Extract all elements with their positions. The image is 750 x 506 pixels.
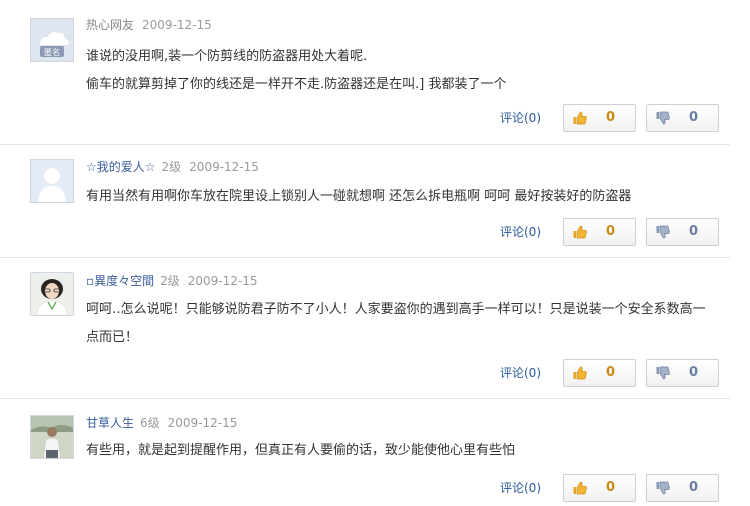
username: 热心网友	[86, 18, 135, 32]
thumbs-up-button[interactable]: 0	[563, 474, 636, 502]
photo-avatar-woman	[30, 272, 74, 316]
answer-text: 呵呵‥怎么说呢！只能够说防君子防不了小人！人家要盗你的遇到高手一样可以！只是说装…	[86, 296, 716, 352]
answer-meta: 热心网友 2009-12-15	[86, 17, 212, 33]
thumbs-up-icon	[573, 481, 587, 495]
thumbs-up-button[interactable]: 0	[563, 359, 636, 387]
anonymous-avatar: 匿名	[30, 18, 74, 62]
thumbs-down-button[interactable]: 0	[646, 359, 719, 387]
thumbs-up-icon	[573, 111, 587, 125]
thumbs-up-button[interactable]: 0	[563, 218, 636, 246]
answer-meta: ▫異度々空間 2级 2009-12-15	[86, 273, 258, 289]
comment-link[interactable]: 评论(0)	[500, 218, 541, 246]
comment-link[interactable]: 评论(0)	[500, 474, 541, 502]
up-count: 0	[605, 365, 615, 380]
username[interactable]: ▫異度々空間	[86, 274, 154, 288]
thumbs-down-icon	[656, 225, 670, 239]
thumbs-up-icon	[573, 225, 587, 239]
answer-date: 2009-12-15	[189, 160, 259, 174]
user-level: 6级	[140, 416, 160, 430]
anonymous-avatar-label: 匿名	[44, 47, 60, 57]
down-count: 0	[688, 365, 698, 380]
thumbs-down-button[interactable]: 0	[646, 474, 719, 502]
answer-date: 2009-12-15	[167, 416, 238, 430]
comment-link[interactable]: 评论(0)	[500, 359, 541, 387]
thumbs-down-icon	[656, 481, 670, 495]
photo-avatar-man	[30, 415, 74, 459]
username[interactable]: ☆我的爱人☆	[86, 160, 156, 174]
thumbs-up-icon	[573, 366, 587, 380]
down-count: 0	[688, 480, 698, 495]
answer-meta: ☆我的爱人☆ 2级 2009-12-15	[86, 159, 259, 175]
woman-photo-icon	[31, 273, 73, 315]
answer-meta: 甘草人生 6级 2009-12-15	[86, 415, 237, 431]
username[interactable]: 甘草人生	[86, 416, 134, 430]
man-photo-icon	[31, 416, 73, 458]
answer-paragraph: 呵呵‥怎么说呢！只能够说防君子防不了小人！人家要盗你的遇到高手一样可以！只是说装…	[86, 302, 706, 345]
thumbs-down-icon	[656, 111, 670, 125]
up-count: 0	[605, 480, 615, 495]
answer-date: 2009-12-15	[142, 18, 212, 32]
answer-text: 有用当然有用啊你车放在院里设上锁别人一碰就想啊 还怎么拆电瓶啊 呵呵 最好按装好…	[86, 183, 716, 211]
down-count: 0	[688, 224, 698, 239]
answer-text: 谁说的没用啊,装一个防剪线的防盗器用处大着呢. 偷车的就算剪掉了你的线还是一样开…	[86, 43, 716, 99]
anonymous-avatar-image: 匿名	[31, 19, 73, 61]
answer-item: 匿名 热心网友 2009-12-15 谁说的没用啊,装一个防剪线的防盗器用处大着呢…	[0, 0, 730, 145]
answer-paragraph: 偷车的就算剪掉了你的线还是一样开不走.防盗器还是在叫.] 我都装了一个	[86, 77, 507, 92]
down-count: 0	[688, 110, 698, 125]
user-silhouette-icon	[31, 160, 73, 202]
thumbs-up-button[interactable]: 0	[563, 104, 636, 132]
answer-text: 有些用，就是起到提醒作用，但真正有人要偷的话，致少能使他心里有些怕	[86, 437, 716, 465]
answer-paragraph: 谁说的没用啊,装一个防剪线的防盗器用处大着呢.	[86, 49, 368, 64]
default-avatar	[30, 159, 74, 203]
thumbs-down-button[interactable]: 0	[646, 104, 719, 132]
answer-item: ☆我的爱人☆ 2级 2009-12-15 有用当然有用啊你车放在院里设上锁别人一碰就…	[0, 145, 730, 258]
answer-item: ▫異度々空間 2级 2009-12-15 呵呵‥怎么说呢！只能够说防君子防不了小人！…	[0, 258, 730, 399]
answer-date: 2009-12-15	[187, 274, 258, 288]
thumbs-down-icon	[656, 366, 670, 380]
comment-link[interactable]: 评论(0)	[500, 104, 541, 132]
answer-paragraph: 有些用，就是起到提醒作用，但真正有人要偷的话，致少能使他心里有些怕	[86, 443, 516, 458]
user-level: 2级	[160, 274, 180, 288]
thumbs-down-button[interactable]: 0	[646, 218, 719, 246]
user-level: 2级	[161, 160, 182, 174]
answer-item: 甘草人生 6级 2009-12-15 有些用，就是起到提醒作用，但真正有人要偷的话，…	[0, 399, 730, 506]
answer-paragraph: 有用当然有用啊你车放在院里设上锁别人一碰就想啊 还怎么拆电瓶啊 呵呵 最好按装好…	[86, 189, 632, 204]
up-count: 0	[605, 110, 615, 125]
up-count: 0	[605, 224, 615, 239]
